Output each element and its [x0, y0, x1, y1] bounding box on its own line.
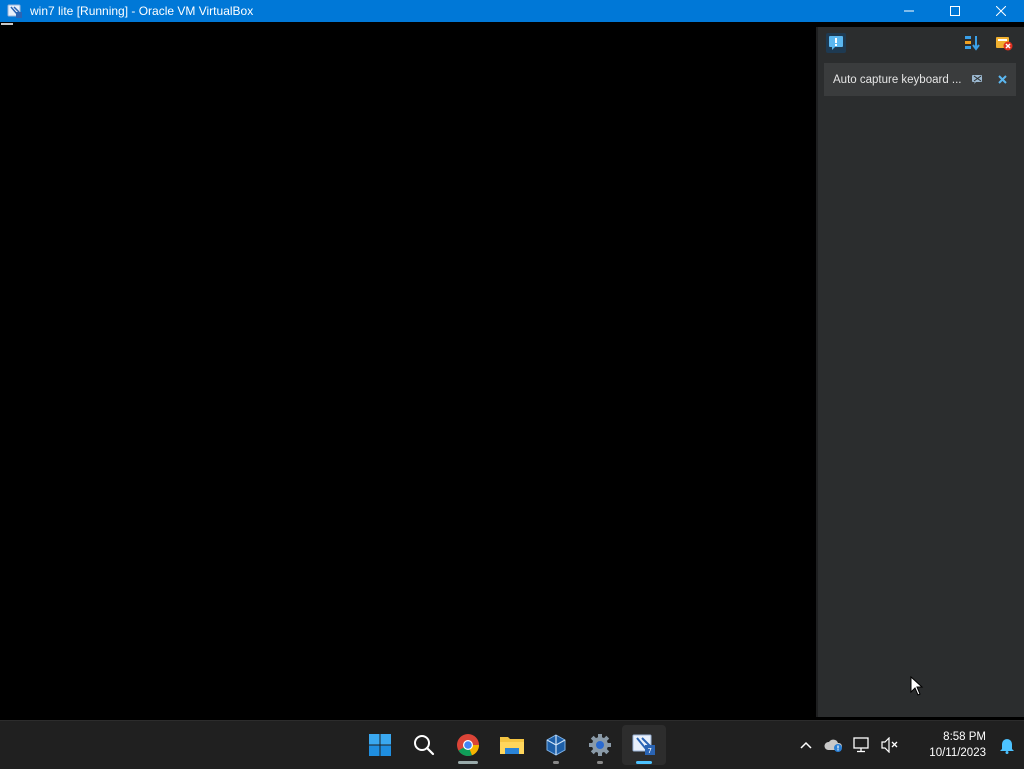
- chevron-up-icon: [800, 741, 812, 749]
- running-indicator: [597, 761, 603, 764]
- window-titlebar[interactable]: win7 lite [Running] - Oracle VM VirtualB…: [0, 0, 1024, 22]
- taskbar-file-explorer[interactable]: [490, 721, 534, 769]
- start-button[interactable]: [358, 721, 402, 769]
- show-hidden-icons-button[interactable]: [792, 721, 820, 769]
- toggle-notifications-button[interactable]: [826, 33, 846, 53]
- close-notification-button[interactable]: [993, 71, 1011, 89]
- notification-center-toolbar: [818, 27, 1024, 59]
- notification-message[interactable]: Auto capture keyboard ...: [824, 63, 1016, 96]
- network-icon: [853, 737, 869, 753]
- network-button[interactable]: [848, 721, 876, 769]
- taskbar-virtualbox[interactable]: [534, 721, 578, 769]
- taskbar-settings[interactable]: [578, 721, 622, 769]
- svg-text:7: 7: [648, 747, 652, 755]
- do-not-show-again-icon: [972, 74, 982, 84]
- sort-button[interactable]: [962, 33, 982, 53]
- window-title: win7 lite [Running] - Oracle VM VirtualB…: [30, 4, 254, 18]
- maximize-button[interactable]: [932, 0, 978, 22]
- system-tray: 8:58 PM 10/11/2023: [792, 721, 1022, 769]
- active-indicator: [636, 761, 652, 764]
- search-button[interactable]: [402, 721, 446, 769]
- close-button[interactable]: [978, 0, 1024, 22]
- maximize-icon: [950, 6, 960, 16]
- clear-all-button[interactable]: [994, 33, 1014, 53]
- virtualbox-icon: [546, 734, 566, 756]
- virtualbox-vm-icon: [7, 4, 22, 18]
- do-not-show-again-button[interactable]: [969, 71, 987, 89]
- vm-display[interactable]: [0, 23, 816, 718]
- windows-start-icon: [369, 734, 391, 756]
- taskbar-apps: 7: [358, 721, 666, 769]
- close-icon: [997, 75, 1007, 84]
- running-indicator: [458, 761, 478, 764]
- volume-muted-icon: [881, 737, 898, 753]
- taskbar: 7 8:58 PM 10/11/2023: [0, 720, 1024, 769]
- sort-icon: [965, 36, 980, 51]
- gear-icon: [589, 734, 611, 756]
- clear-all-icon: [996, 37, 1013, 51]
- toggle-notifications-icon: [829, 36, 843, 50]
- running-indicator: [553, 761, 559, 764]
- volume-button[interactable]: [876, 721, 904, 769]
- minimize-button[interactable]: [886, 0, 932, 22]
- folder-icon: [500, 737, 524, 754]
- text-cursor: [1, 23, 13, 25]
- notification-text: Auto capture keyboard ...: [833, 73, 962, 86]
- taskbar-chrome[interactable]: [446, 721, 490, 769]
- onedrive-button[interactable]: [820, 721, 848, 769]
- notification-center-panel: Auto capture keyboard ...: [816, 27, 1024, 717]
- onedrive-icon: [824, 739, 843, 752]
- taskbar-win7-vm[interactable]: 7: [622, 725, 666, 765]
- clock[interactable]: 8:58 PM 10/11/2023: [906, 729, 986, 761]
- search-icon: [414, 735, 435, 756]
- chrome-icon: [457, 734, 480, 757]
- close-icon: [996, 6, 1006, 16]
- clock-date: 10/11/2023: [929, 747, 986, 759]
- clock-time: 8:58 PM: [943, 731, 986, 743]
- notifications-button[interactable]: [992, 721, 1022, 769]
- minimize-icon: [904, 10, 914, 12]
- notification-bell-icon: [1000, 739, 1014, 754]
- mouse-pointer-icon: [910, 676, 924, 696]
- virtualbox-vm-icon: 7: [632, 734, 655, 755]
